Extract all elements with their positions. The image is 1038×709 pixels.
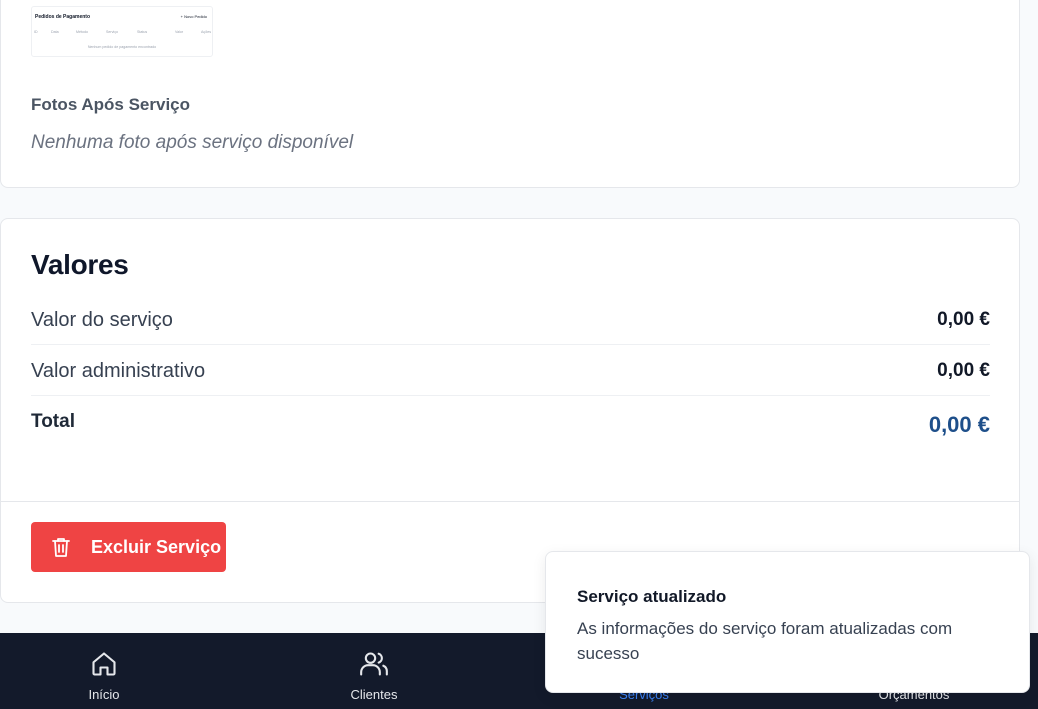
total-label: Total [31, 411, 75, 432]
value-row-total: Total 0,00 € [31, 411, 990, 461]
thumbnail-column: Ações [201, 30, 211, 34]
toast-notification[interactable]: Serviço atualizado As informações do ser… [545, 551, 1030, 693]
toast-title: Serviço atualizado [577, 587, 727, 606]
thumbnail-column: Status [137, 30, 148, 34]
thumbnail-column: Data [51, 30, 59, 34]
values-title: Valores [31, 249, 129, 280]
value-row-amount: 0,00 € [937, 360, 990, 381]
value-row-admin: Valor administrativo 0,00 € [31, 360, 990, 410]
thumbnail-column: Método [76, 30, 88, 34]
users-icon [360, 652, 388, 676]
nav-item-clients[interactable]: Clientes [294, 633, 454, 709]
divider [31, 344, 990, 345]
card-footer-divider [1, 501, 1019, 502]
nav-item-label: Início [88, 687, 120, 702]
value-row-label: Valor do serviço [31, 309, 173, 331]
thumbnail-column: Serviço [106, 30, 118, 34]
value-row-service: Valor do serviço 0,00 € [31, 309, 990, 359]
thumbnail-empty-text: Nenhum pedido de pagamento encontrado [87, 45, 157, 49]
home-icon [92, 652, 116, 676]
thumbnail-columns: ID Data Método Serviço Status Valor Açõe… [32, 30, 212, 35]
photos-card: Pedidos de Pagamento + Novo Pedido ID Da… [0, 0, 1020, 188]
total-amount: 0,00 € [928, 412, 990, 437]
thumbnail-title: Pedidos de Pagamento [35, 14, 91, 20]
nav-item-home[interactable]: Início [24, 633, 184, 709]
photos-after-empty-text: Nenhuma foto após serviço disponível [31, 132, 354, 153]
payment-orders-thumbnail[interactable]: Pedidos de Pagamento + Novo Pedido ID Da… [31, 6, 213, 57]
thumbnail-column: ID [34, 30, 38, 34]
trash-icon [52, 538, 70, 557]
thumbnail-new-order-button: + Novo Pedido [180, 14, 207, 19]
thumbnail-column: Valor [175, 30, 184, 34]
photos-after-label: Fotos Após Serviço [31, 95, 191, 114]
divider [31, 395, 990, 396]
delete-service-label: Excluir Serviço [91, 537, 222, 557]
value-row-amount: 0,00 € [937, 309, 990, 330]
delete-service-button[interactable]: Excluir Serviço [31, 522, 226, 572]
values-card: Valores Valor do serviço 0,00 € Valor ad… [0, 218, 1020, 603]
toast-message: As informações do serviço foram atualiza… [577, 619, 953, 663]
value-row-label: Valor administrativo [31, 360, 206, 382]
nav-item-label: Clientes [350, 687, 398, 702]
